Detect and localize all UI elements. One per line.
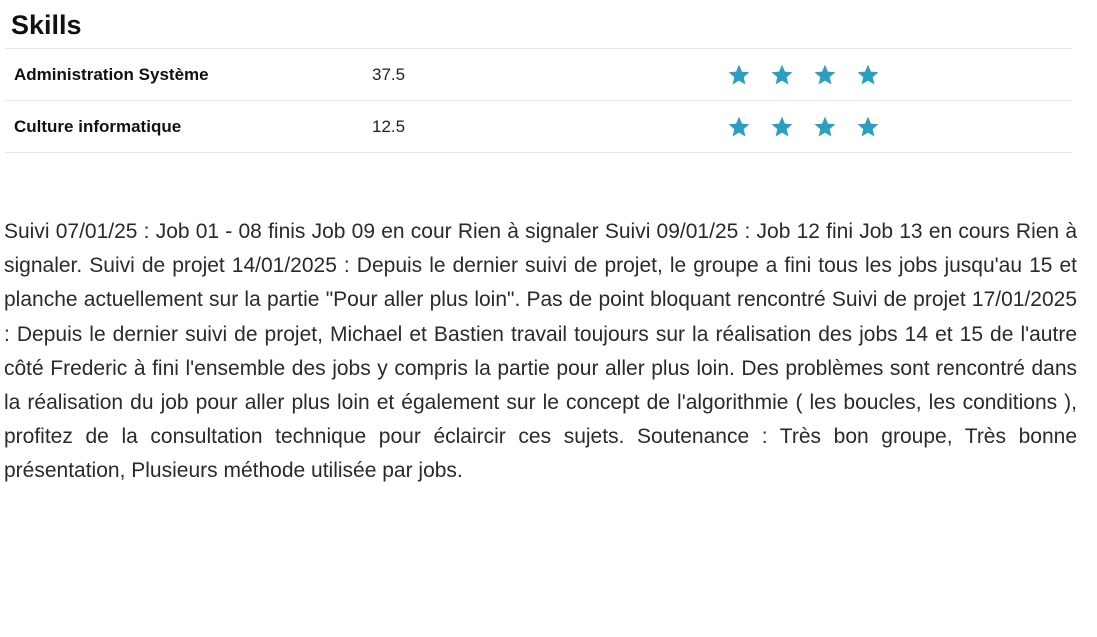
skill-rating: [727, 100, 1072, 153]
star-icon: [727, 63, 751, 87]
star-icon: [727, 115, 751, 139]
skill-rating: [727, 49, 1072, 101]
skill-row: Administration Système 37.5: [5, 49, 1072, 101]
skills-table: Administration Système 37.5 Culture info…: [5, 49, 1072, 153]
skills-section: Skills Administration Système 37.5 Cultu…: [5, 0, 1072, 153]
skills-title: Skills: [5, 0, 1072, 49]
star-icon: [856, 115, 880, 139]
star-icon: [856, 63, 880, 87]
skill-score: 12.5: [372, 100, 727, 153]
skill-row: Culture informatique 12.5: [5, 100, 1072, 153]
skill-name: Administration Système: [5, 49, 372, 101]
star-icon: [813, 115, 837, 139]
star-icon: [770, 63, 794, 87]
evaluation-comment: Suivi 07/01/25 : Job 01 - 08 finis Job 0…: [4, 220, 1077, 483]
star-icon: [813, 63, 837, 87]
star-icon: [770, 115, 794, 139]
skill-name: Culture informatique: [5, 100, 372, 153]
skill-score: 37.5: [372, 49, 727, 101]
